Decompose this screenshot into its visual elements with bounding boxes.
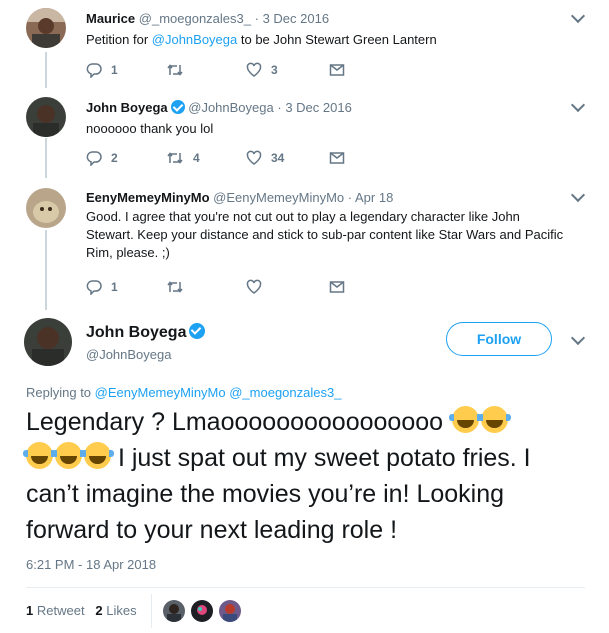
author-handle[interactable]: @_moegonzales3_ — [139, 11, 251, 26]
tears-of-joy-emoji-icon — [81, 442, 114, 469]
avatar[interactable] — [24, 318, 72, 366]
thread-line — [45, 138, 47, 178]
like-button[interactable]: 34 — [246, 150, 284, 166]
retweet-icon — [167, 281, 183, 293]
reply-icon — [86, 151, 102, 166]
reply-count: 2 — [111, 151, 118, 165]
avatar[interactable] — [26, 97, 66, 137]
retweet-icon — [167, 64, 183, 76]
tweet-timestamp[interactable]: 6:21 PM - 18 Apr 2018 — [26, 557, 156, 572]
retweet-count: 4 — [193, 151, 200, 165]
reply-button[interactable]: 2 — [86, 150, 118, 166]
mention-link[interactable]: @_moegonzales3_ — [229, 385, 341, 400]
author-name[interactable]: John Boyega — [86, 324, 186, 341]
dm-button[interactable] — [329, 62, 345, 78]
tweet-text-part: Petition for — [86, 32, 152, 47]
like-button[interactable]: 3 — [246, 62, 278, 78]
author-handle[interactable]: @JohnBoyega — [188, 100, 273, 115]
dm-button[interactable] — [329, 150, 345, 166]
author-name[interactable]: John Boyega — [86, 100, 168, 115]
envelope-icon — [329, 64, 345, 76]
chevron-down-icon[interactable] — [570, 97, 586, 113]
reply-button[interactable]: 1 — [86, 62, 118, 78]
follow-button[interactable]: Follow — [446, 322, 552, 356]
stats-separator — [151, 594, 152, 628]
dot-separator: · — [254, 11, 259, 26]
avatar[interactable] — [26, 8, 66, 48]
liker-avatar[interactable] — [219, 600, 241, 622]
envelope-icon — [329, 281, 345, 293]
dot-separator: · — [347, 190, 353, 205]
engagement-stats: 1 Retweet 2 Likes — [26, 603, 137, 618]
tears-of-joy-emoji-icon — [449, 406, 482, 433]
avatar[interactable] — [26, 188, 66, 228]
tweet-date[interactable]: 3 Dec 2016 — [263, 11, 330, 26]
retweet-button[interactable]: 4 — [166, 150, 200, 166]
author-name[interactable]: Maurice — [86, 11, 135, 26]
tweet-text: Legendary ? Lmaoooooooooooooooo I just s… — [23, 404, 586, 548]
tweet-text-part: Legendary ? Lmaoooooooooooooooo — [26, 408, 444, 436]
author-name[interactable]: EenyMemeyMinyMo — [86, 190, 210, 205]
reply-button[interactable]: 1 — [86, 279, 118, 295]
chevron-down-icon[interactable] — [570, 187, 586, 203]
retweet-total: 1 — [26, 603, 34, 618]
chevron-down-icon[interactable] — [570, 8, 586, 24]
thread-line — [45, 230, 47, 310]
reply-icon — [86, 63, 102, 78]
reply-count: 1 — [111, 280, 118, 294]
tweet-text: Petition for @JohnBoyega to be John Stew… — [86, 31, 556, 49]
reply-count: 1 — [111, 63, 118, 77]
heart-icon — [246, 279, 262, 294]
author-handle[interactable]: @EenyMemeyMinyMo — [213, 190, 344, 205]
like-button[interactable] — [246, 279, 271, 295]
replying-to-label: Replying to — [26, 385, 95, 400]
verified-icon — [170, 100, 185, 114]
chevron-down-icon[interactable] — [570, 330, 586, 346]
like-total: 2 — [95, 603, 103, 618]
tweet-date[interactable]: Apr 18 — [355, 190, 393, 205]
tweet-text: Good. I agree that you're not cut out to… — [86, 209, 564, 260]
retweet-icon — [167, 152, 183, 164]
thread-line — [45, 52, 47, 88]
tears-of-joy-emoji-icon — [23, 442, 56, 469]
reply-icon — [86, 280, 102, 295]
retweet-button[interactable] — [166, 279, 193, 295]
tears-of-joy-emoji-icon — [478, 406, 511, 433]
like-count: 3 — [271, 63, 278, 77]
liker-avatar[interactable] — [163, 600, 185, 622]
author-name-row: John Boyega — [86, 323, 206, 342]
mention-link[interactable]: @EenyMemeyMinyMo — [95, 385, 226, 400]
liker-avatar[interactable] — [191, 600, 213, 622]
like-stat[interactable]: 2 Likes — [95, 603, 136, 618]
dot-separator: · — [277, 100, 282, 115]
heart-icon — [246, 62, 262, 77]
like-stat-label: Likes — [106, 603, 137, 618]
dm-button[interactable] — [329, 279, 345, 295]
tweet-date[interactable]: 3 Dec 2016 — [285, 100, 352, 115]
mention-link[interactable]: @JohnBoyega — [152, 32, 237, 47]
replying-to: Replying to @EenyMemeyMinyMo @_moegonzal… — [26, 385, 341, 400]
heart-icon — [246, 150, 262, 165]
like-count: 34 — [271, 151, 285, 165]
author-handle[interactable]: @JohnBoyega — [86, 347, 171, 362]
envelope-icon — [329, 152, 345, 164]
retweet-button[interactable] — [166, 62, 193, 78]
retweet-stat-label: Retweet — [36, 603, 85, 618]
tweet-text-part: to be John Stewart Green Lantern — [237, 32, 437, 47]
tweet-text: noooooo thank you lol — [86, 121, 214, 136]
retweet-stat[interactable]: 1 Retweet — [26, 603, 85, 618]
divider — [26, 587, 585, 588]
verified-icon — [189, 323, 206, 339]
tears-of-joy-emoji-icon — [52, 442, 85, 469]
